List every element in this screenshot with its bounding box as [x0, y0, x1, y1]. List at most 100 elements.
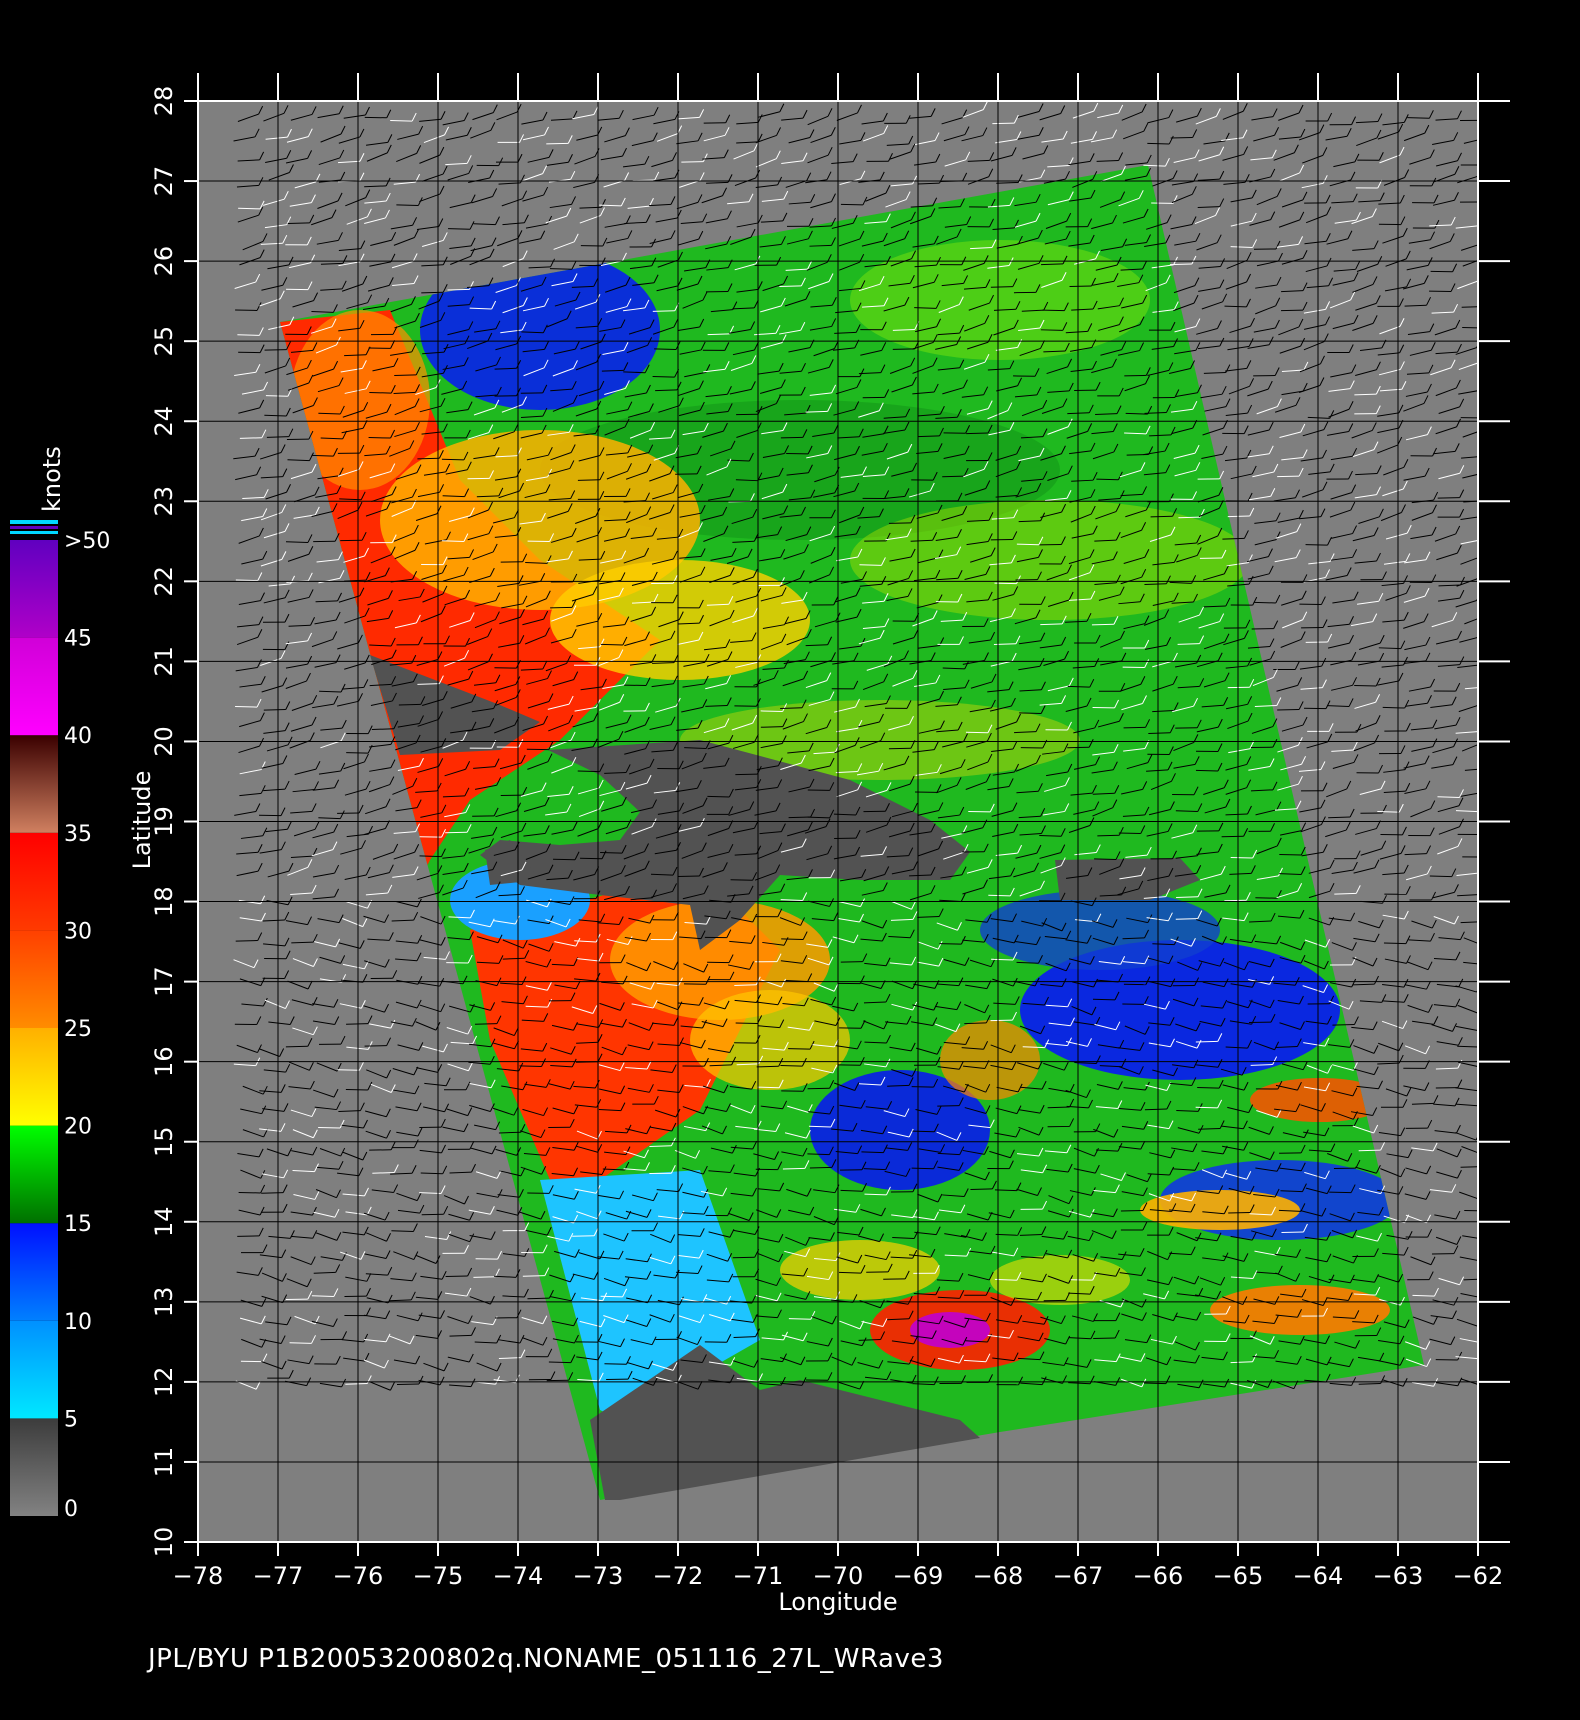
- wind-barb: [265, 395, 288, 397]
- wind-barb: [237, 334, 260, 336]
- wind-barb-flag: [1484, 938, 1488, 946]
- wind-barb: [1224, 899, 1247, 902]
- wind-barb: [369, 391, 392, 394]
- wind-barb: [652, 310, 675, 312]
- wind-barb: [1221, 835, 1244, 838]
- wind-barb: [577, 479, 600, 481]
- wind-barb: [782, 1167, 805, 1170]
- wind-barb: [912, 1130, 935, 1133]
- wind-barb-flag: [1484, 465, 1488, 473]
- wind-barb-flag: [1487, 761, 1491, 769]
- wind-barb-flag: [1482, 1146, 1486, 1154]
- wind-barb: [1382, 706, 1405, 709]
- wind-barb: [238, 207, 261, 210]
- wind-barb: [1195, 769, 1218, 772]
- wind-barb-flag: [1482, 112, 1486, 120]
- wind-barb: [1332, 1024, 1355, 1026]
- wind-barb-flag: [1484, 849, 1488, 857]
- wind-barb: [1195, 1040, 1218, 1043]
- wind-barb: [1224, 305, 1247, 308]
- wind-barb-flag: [1479, 1039, 1483, 1047]
- wind-barb: [263, 708, 286, 711]
- wind-barb: [311, 454, 334, 457]
- wind-barb: [600, 643, 623, 646]
- wind-barb: [990, 286, 1013, 288]
- wind-barb: [966, 432, 989, 435]
- wind-barb: [239, 437, 262, 439]
- wind-barb: [1041, 263, 1064, 266]
- wind-barb: [1123, 726, 1146, 729]
- wind-barb: [991, 958, 1014, 961]
- wind-barb: [939, 943, 962, 945]
- wind-barb: [760, 710, 783, 712]
- wind-barb-flag: [1485, 957, 1489, 965]
- wind-barb: [235, 579, 258, 582]
- wind-barb-flag: [1484, 320, 1488, 328]
- wind-barb: [287, 222, 310, 224]
- wind-barb: [681, 161, 704, 163]
- wind-barb-flag: [1483, 157, 1487, 165]
- wind-barb: [291, 941, 314, 944]
- wind-barb: [396, 204, 419, 206]
- wind-barb: [519, 1065, 542, 1068]
- wind-barb: [911, 1167, 934, 1170]
- wind-barb: [1144, 1108, 1167, 1111]
- wind-barb-flag: [1485, 608, 1489, 616]
- wind-barb: [1277, 708, 1300, 711]
- wind-barb: [942, 475, 965, 478]
- wind-barb: [285, 1045, 308, 1048]
- wind-barb: [992, 122, 1015, 125]
- wind-barb: [235, 940, 258, 942]
- wind-barb: [474, 1023, 497, 1025]
- wind-barb: [1178, 516, 1201, 519]
- wind-barb: [1281, 309, 1304, 312]
- wind-barb: [417, 457, 440, 460]
- wind-barb: [781, 938, 804, 941]
- wind-speed-map: −78 −77 −76 −75 −74 −73 −72 −71 −70 −69 −68 −67 −66−…: [10, 73, 1510, 1616]
- wind-barb: [1169, 263, 1192, 266]
- wind-barb: [917, 435, 940, 438]
- wind-barb: [1019, 712, 1042, 715]
- wind-barb: [550, 606, 573, 609]
- wind-barb: [1091, 623, 1114, 626]
- wind-barb-flag: [1482, 784, 1486, 792]
- wind-barb: [990, 1019, 1013, 1022]
- wind-barb: [760, 726, 783, 728]
- wind-barb: [1094, 858, 1117, 860]
- wind-barb: [318, 412, 341, 415]
- wind-barb-flag: [1482, 508, 1486, 516]
- wind-barb: [1150, 515, 1173, 518]
- wind-barb: [549, 268, 572, 270]
- wind-barb: [1097, 834, 1120, 837]
- wind-barb-flag: [1483, 410, 1487, 418]
- wind-barb: [1197, 1087, 1220, 1089]
- wind-barb: [417, 683, 440, 685]
- wind-barb: [421, 291, 444, 294]
- wind-barb: [780, 436, 803, 439]
- wind-barb: [965, 731, 988, 734]
- wind-barb-flag: [1487, 679, 1491, 687]
- wind-barb: [1460, 1166, 1478, 1168]
- wind-barb: [677, 875, 700, 878]
- wind-barb: [1377, 810, 1400, 813]
- wind-barb: [1176, 896, 1199, 898]
- wind-barb-flag: [1482, 532, 1486, 540]
- wind-barb: [1429, 875, 1452, 878]
- wind-barb: [730, 879, 753, 881]
- wind-barb: [649, 1145, 672, 1147]
- wind-barb: [390, 120, 413, 122]
- wind-barb: [345, 1088, 368, 1091]
- wind-barb: [788, 816, 811, 819]
- wind-barb-flag: [1480, 827, 1484, 835]
- wind-barb: [1175, 918, 1198, 920]
- wind-barb-flag: [1483, 448, 1487, 456]
- wind-barb: [264, 414, 287, 417]
- wind-barb-flag: [1483, 422, 1487, 430]
- wind-barb: [600, 851, 623, 854]
- wind-barb: [964, 1022, 987, 1025]
- wind-barb-flag: [1480, 382, 1484, 390]
- wind-barb-flag: [1482, 194, 1486, 202]
- wind-barb-flag: [1480, 697, 1484, 705]
- wind-barb: [441, 458, 464, 461]
- wind-barb-flag: [1484, 299, 1488, 307]
